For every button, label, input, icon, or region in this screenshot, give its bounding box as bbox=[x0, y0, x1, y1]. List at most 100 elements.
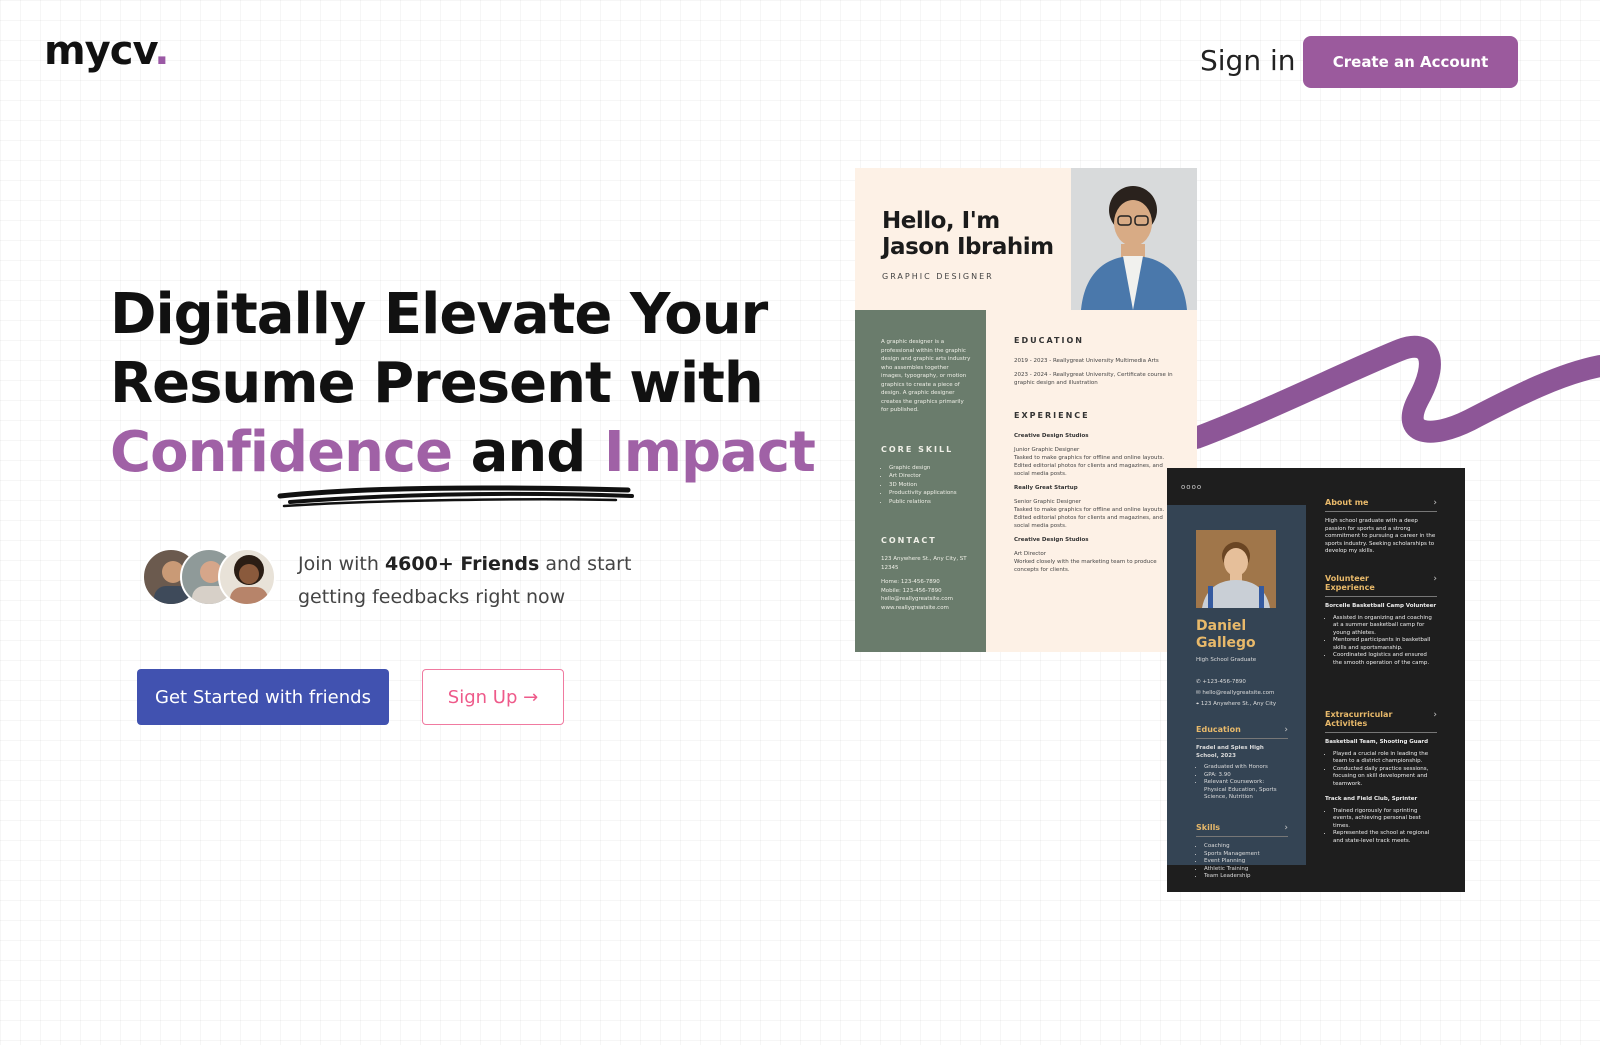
resume1-education-title: EDUCATION bbox=[1014, 336, 1084, 345]
join-count: 4600+ Friends bbox=[384, 553, 540, 575]
resume2-extra-title: Extracurricular Activities bbox=[1325, 710, 1393, 728]
resume1-company: Really Great Startup bbox=[1014, 485, 1078, 491]
resume1-job-bullet: Tasked to make graphics for offline and … bbox=[1014, 455, 1165, 461]
resume1-contact-title: CONTACT bbox=[881, 536, 937, 545]
resume2-volunteer: Volunteer Experience › Borcelle Basketba… bbox=[1325, 574, 1437, 667]
headline-line-1: Digitally Elevate Your bbox=[110, 282, 768, 347]
sign-in-link[interactable]: Sign in bbox=[1200, 44, 1296, 77]
resume1-job-bullet: Edited editorial photos for clients and … bbox=[1014, 515, 1163, 529]
list-item: Team Leadership bbox=[1204, 873, 1288, 881]
resume1-education-item: 2019 - 2023 - Reallygreat University Mul… bbox=[1014, 358, 1159, 364]
resume2-contact-line: ✆ +123-456-7890 bbox=[1196, 677, 1276, 688]
chevron-right-icon: › bbox=[1284, 725, 1288, 735]
location-icon: ⌖ bbox=[1196, 701, 1200, 707]
list-item: 3D Motion bbox=[889, 481, 972, 490]
resume2-name: Daniel Gallego bbox=[1196, 618, 1256, 652]
resume2-about-title: About me bbox=[1325, 498, 1369, 507]
resume1-company: Creative Design Studios bbox=[1014, 537, 1089, 543]
resume1-contact-line: Home: 123-456-7890 bbox=[881, 579, 940, 585]
resume2-about: About me › High school graduate with a d… bbox=[1325, 498, 1437, 556]
list-item: Mentored participants in basketball skil… bbox=[1333, 637, 1437, 652]
list-item: Coaching bbox=[1204, 843, 1288, 851]
list-item: Event Planning bbox=[1204, 858, 1288, 866]
resume2-extracurricular: Extracurricular Activities › Basketball … bbox=[1325, 710, 1437, 845]
resume2-first-name: Daniel bbox=[1196, 618, 1247, 634]
list-item: Athletic Training bbox=[1204, 866, 1288, 874]
list-item: GPA: 3.90 bbox=[1204, 772, 1288, 780]
resume2-phone: +123-456-7890 bbox=[1202, 679, 1246, 685]
resume2-contact-line: ✉ hello@reallygreatsite.com bbox=[1196, 688, 1276, 699]
resume1-sidebar: A graphic designer is a professional wit… bbox=[855, 310, 986, 652]
list-item: Trained rigorously for sprinting events,… bbox=[1333, 808, 1437, 831]
resume-preview-daniel: oooo Daniel Gallego High School Graduate … bbox=[1167, 468, 1465, 892]
resume1-contact-line: Mobile: 123-456-7890 bbox=[881, 587, 942, 594]
create-account-button[interactable]: Create an Account bbox=[1303, 36, 1518, 88]
resume2-school: Fradel and Spies High School, 2023 bbox=[1196, 745, 1264, 759]
resume2-skills: Skills › Coaching Sports Management Even… bbox=[1196, 823, 1288, 881]
list-item: Played a crucial role in leading the tea… bbox=[1333, 751, 1437, 766]
decorative-swirl bbox=[1190, 335, 1600, 449]
resume2-education-title: Education bbox=[1196, 725, 1241, 734]
list-item: Sports Management bbox=[1204, 851, 1288, 859]
resume2-dots: oooo bbox=[1181, 483, 1203, 491]
list-item: Assisted in organizing and coaching at a… bbox=[1333, 615, 1437, 638]
list-item: Coordinated logistics and ensured the sm… bbox=[1333, 652, 1437, 667]
resume2-email: hello@reallygreatsite.com bbox=[1202, 690, 1275, 696]
resume1-name: Jason Ibrahim bbox=[882, 234, 1054, 260]
resume1-experience-title: EXPERIENCE bbox=[1014, 411, 1090, 420]
resume2-extra1-role: Basketball Team, Shooting Guard bbox=[1325, 739, 1429, 745]
resume2-about-text: High school graduate with a deep passion… bbox=[1325, 518, 1436, 554]
list-item: Art Director bbox=[889, 472, 972, 481]
resume1-skills-title: CORE SKILL bbox=[881, 444, 954, 454]
resume1-job-role: Senior Graphic Designer bbox=[1014, 499, 1082, 505]
resume1-main: EDUCATION 2019 - 2023 - Reallygreat Univ… bbox=[1014, 336, 1174, 580]
resume2-education: Education › Fradel and Spies High School… bbox=[1196, 725, 1288, 802]
resume1-job-role: Art Director bbox=[1014, 551, 1047, 557]
chevron-right-icon: › bbox=[1433, 710, 1437, 720]
headline-accent-confidence: Confidence bbox=[110, 420, 453, 485]
mycv-logo[interactable]: mycv. bbox=[44, 28, 169, 74]
resume-preview-jason: Hello, I'm Jason Ibrahim GRAPHIC DESIGNE… bbox=[855, 168, 1197, 652]
resume1-education-item: 2023 - 2024 - Reallygreat University, Ce… bbox=[1014, 372, 1173, 386]
friends-avatars bbox=[142, 548, 282, 608]
sign-up-label: Sign Up bbox=[447, 686, 518, 708]
resume1-job-bullet: Tasked to make graphics for offline and … bbox=[1014, 507, 1165, 513]
resume1-summary: A graphic designer is a professional wit… bbox=[881, 339, 971, 413]
brush-underline bbox=[277, 485, 634, 508]
list-item: Represented the school at regional and s… bbox=[1333, 830, 1437, 845]
get-started-button[interactable]: Get Started with friends bbox=[137, 669, 389, 725]
resume2-extra2-role: Track and Field Club, Sprinter bbox=[1325, 796, 1418, 802]
resume2-contact-line: ⌖ 123 Anywhere St., Any City bbox=[1196, 699, 1276, 710]
hero-headline: Digitally Elevate Your Resume Present wi… bbox=[110, 280, 830, 487]
chevron-right-icon: › bbox=[1284, 823, 1288, 833]
resume2-address: 123 Anywhere St., Any City bbox=[1200, 701, 1277, 707]
phone-icon: ✆ bbox=[1196, 679, 1201, 685]
resume1-contact-line: www.reallygreatsite.com bbox=[881, 604, 949, 611]
resume1-photo bbox=[1071, 168, 1197, 310]
resume2-volunteer-title: Volunteer Experience bbox=[1325, 574, 1375, 592]
resume1-skills-list: Graphic design Art Director 3D Motion Pr… bbox=[881, 464, 972, 507]
headline-connector: and bbox=[470, 420, 587, 485]
resume1-job-bullet: Worked closely with the marketing team t… bbox=[1014, 559, 1157, 573]
arrow-right-icon: → bbox=[523, 686, 539, 708]
resume2-volunteer-role: Borcelle Basketball Camp Volunteer bbox=[1325, 603, 1437, 609]
sign-up-button[interactable]: Sign Up → bbox=[422, 669, 564, 725]
resume1-job-role: Junior Graphic Designer bbox=[1014, 447, 1080, 453]
logo-text: mycv bbox=[44, 28, 155, 74]
list-item: Relevant Coursework: Physical Education,… bbox=[1204, 779, 1288, 802]
logo-dot: . bbox=[154, 28, 169, 74]
resume1-role: GRAPHIC DESIGNER bbox=[882, 272, 994, 281]
resume1-hello: Hello, I'm bbox=[882, 208, 1000, 234]
resume1-company: Creative Design Studios bbox=[1014, 433, 1089, 439]
join-friends-text: Join with 4600+ Friends and start gettin… bbox=[298, 548, 658, 614]
resume2-skills-title: Skills bbox=[1196, 823, 1221, 832]
resume1-contact-line: 123 Anywhere St., Any City, ST 12345 bbox=[881, 556, 967, 571]
list-item: Graduated with Honors bbox=[1204, 764, 1288, 772]
list-item: Public relations bbox=[889, 498, 972, 507]
resume1-job-bullet: Edited editorial photos for clients and … bbox=[1014, 463, 1163, 477]
resume2-last-name: Gallego bbox=[1196, 635, 1256, 651]
headline-accent-impact: Impact bbox=[603, 420, 816, 485]
chevron-right-icon: › bbox=[1433, 574, 1437, 584]
resume2-contact: ✆ +123-456-7890 ✉ hello@reallygreatsite.… bbox=[1196, 677, 1276, 710]
list-item: Graphic design bbox=[889, 464, 972, 473]
